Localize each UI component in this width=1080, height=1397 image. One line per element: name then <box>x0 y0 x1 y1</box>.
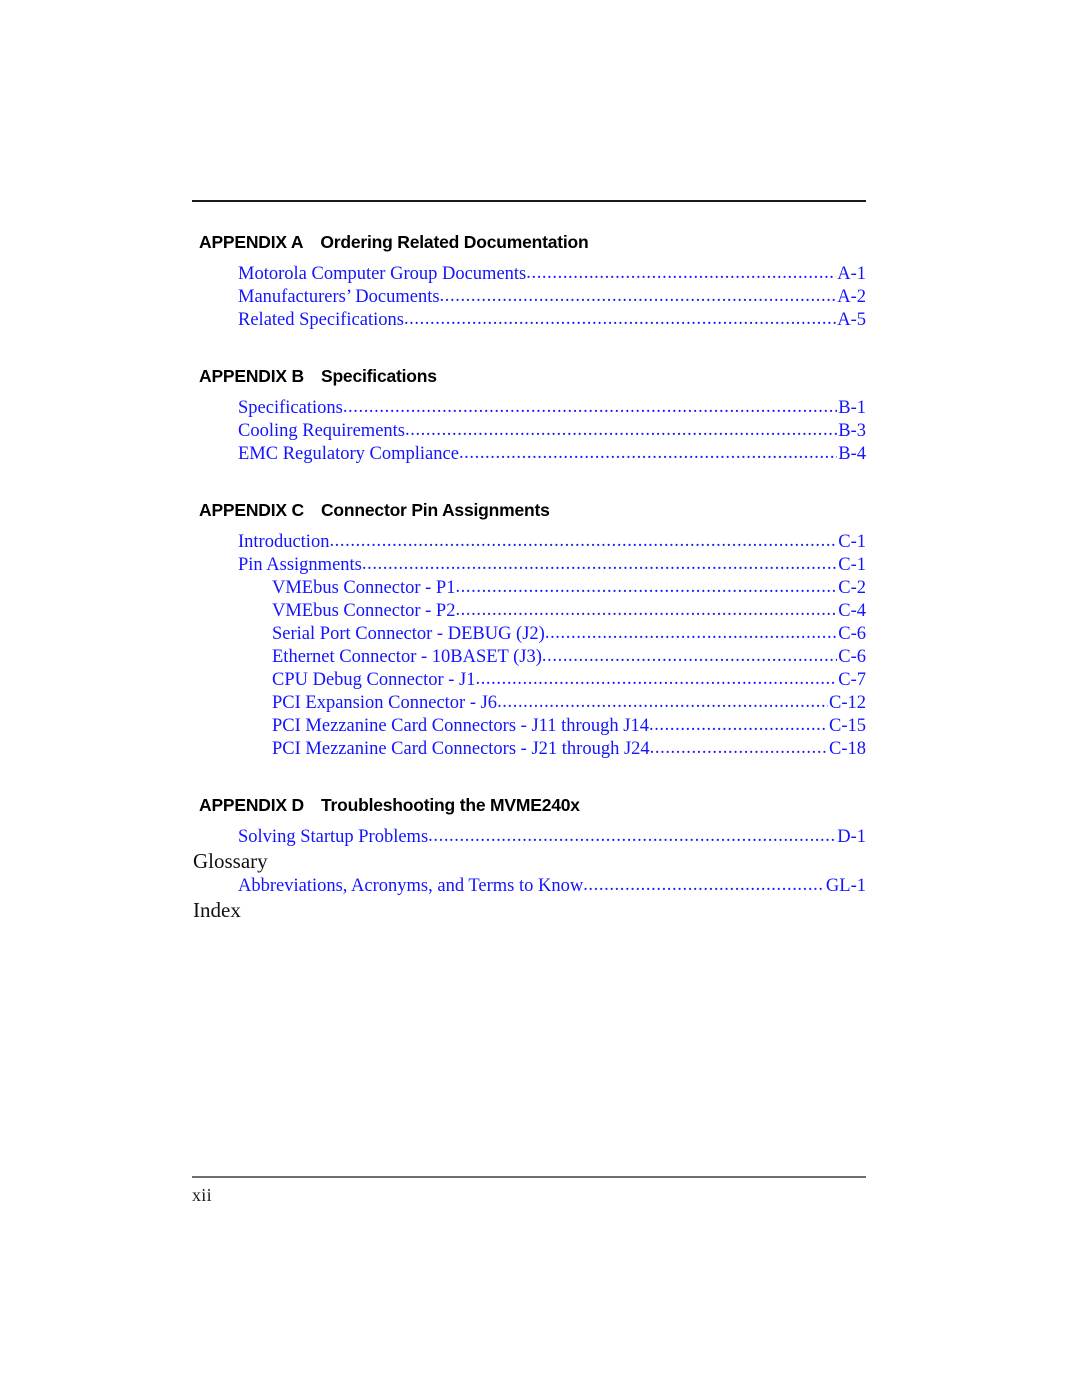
toc-entry[interactable]: Related Specifications A-5 <box>192 309 866 332</box>
toc-page-number: C-7 <box>838 670 866 690</box>
toc-page-number: GL-1 <box>825 875 866 896</box>
toc-entry-group: Motorola Computer Group DocumentsA-1Manu… <box>192 263 866 332</box>
appendix-heading: APPENDIX B Specifications <box>199 366 866 387</box>
toc-dot-leader <box>542 645 837 668</box>
toc-dot-leader <box>428 825 836 848</box>
toc-dot-leader <box>455 599 837 622</box>
toc-entry-group: Abbreviations, Acronyms, and Terms to Kn… <box>192 875 866 898</box>
toc-dot-leader <box>650 737 828 760</box>
toc-page-number: C-2 <box>838 578 866 598</box>
toc-page-number: C-6 <box>838 624 866 644</box>
toc-dot-leader <box>526 262 836 285</box>
toc-entry-group: Specifications B-1 Cooling Requirements B-3… <box>192 397 866 466</box>
section-heading: Index <box>193 897 241 922</box>
toc-section-list: APPENDIX A Ordering Related Documentation… <box>192 232 866 923</box>
toc-entry[interactable]: VMEbus Connector - P2 C-4 <box>192 600 866 623</box>
toc-page-number: B-1 <box>838 398 866 418</box>
footer-rule <box>192 1176 866 1178</box>
toc-page-number: B-4 <box>838 444 866 464</box>
toc-dot-leader <box>404 308 836 331</box>
toc-page-number: C-15 <box>829 716 866 736</box>
toc-entry[interactable]: PCI Mezzanine Card Connectors - J21 thro… <box>192 738 866 761</box>
appendix-title: Troubleshooting the MVME240x <box>320 795 580 815</box>
toc-page-number: B-3 <box>838 421 866 441</box>
toc-entry-group: IntroductionC-1Pin AssignmentsC-1VMEbus … <box>192 531 866 761</box>
toc-entry-title: Manufacturers’ Documents <box>238 287 440 307</box>
appendix-title: Ordering Related Documentation <box>320 232 589 252</box>
toc-entry-title: CPU Debug Connector - J1 <box>272 670 476 690</box>
toc-entry-title: Motorola Computer Group Documents <box>238 264 527 284</box>
toc-entry[interactable]: EMC Regulatory Compliance B-4 <box>192 443 866 466</box>
toc-dot-leader <box>649 714 828 737</box>
toc-entry[interactable]: PCI Expansion Connector - J6 C-12 <box>192 692 866 715</box>
toc-dot-leader <box>362 553 837 576</box>
toc-entry[interactable]: Pin Assignments C-1 <box>192 554 866 577</box>
toc-entry[interactable]: Specifications B-1 <box>192 397 866 420</box>
toc-page-number: C-1 <box>838 555 866 575</box>
toc-dot-leader <box>405 419 837 442</box>
toc-entry-title: Pin Assignments <box>238 555 362 575</box>
toc-dot-leader <box>440 285 837 308</box>
appendix-label: APPENDIX B <box>199 366 304 386</box>
toc-page-number: A-5 <box>837 310 866 330</box>
toc-entry[interactable]: Introduction C-1 <box>192 531 866 554</box>
toc-entry-title: Solving Startup Problems <box>238 827 429 847</box>
toc-entry[interactable]: CPU Debug Connector - J1 C-7 <box>192 669 866 692</box>
toc-entry[interactable]: Serial Port Connector - DEBUG (J2) C-6 <box>192 623 866 646</box>
toc-page-number: A-2 <box>837 287 866 307</box>
appendix-heading: APPENDIX D Troubleshooting the MVME240x <box>199 795 866 816</box>
section-heading: Glossary <box>193 849 268 873</box>
toc-page-number: C-12 <box>829 693 866 713</box>
toc-entry[interactable]: Abbreviations, Acronyms, and Terms to Kn… <box>192 875 866 898</box>
toc-entry[interactable]: PCI Mezzanine Card Connectors - J11 thro… <box>192 715 866 738</box>
toc-entry-title: Specifications <box>238 398 343 418</box>
page-footer: xii <box>192 1176 866 1206</box>
toc-entry-title: PCI Mezzanine Card Connectors - J11 thro… <box>272 716 649 736</box>
toc-entry-group: Solving Startup Problems D-1 <box>192 826 866 849</box>
toc-content: APPENDIX A Ordering Related Documentation… <box>192 200 866 924</box>
toc-entry[interactable]: Ethernet Connector - 10BASET (J3) C-6 <box>192 646 866 669</box>
toc-entry-title: Abbreviations, Acronyms, and Terms to Kn… <box>238 875 584 896</box>
toc-entry-title: Introduction <box>238 532 330 552</box>
toc-entry-title: PCI Mezzanine Card Connectors - J21 thro… <box>272 739 650 759</box>
toc-dot-leader <box>343 396 837 419</box>
toc-entry[interactable]: Cooling Requirements B-3 <box>192 420 866 443</box>
toc-entry-title: Cooling Requirements <box>238 421 405 441</box>
toc-entry[interactable]: Solving Startup Problems D-1 <box>192 826 866 849</box>
page-number: xii <box>192 1185 212 1205</box>
appendix-title: Connector Pin Assignments <box>320 500 550 520</box>
toc-page: APPENDIX A Ordering Related Documentation… <box>0 0 1080 1397</box>
toc-page-number: C-6 <box>838 647 866 667</box>
appendix-title: Specifications <box>320 366 437 386</box>
toc-entry[interactable]: VMEbus Connector - P1 C-2 <box>192 577 866 600</box>
toc-page-number: C-4 <box>838 601 866 621</box>
toc-entry-title: VMEbus Connector - P2 <box>272 601 456 621</box>
toc-entry-title: Ethernet Connector - 10BASET (J3) <box>272 647 542 667</box>
toc-entry[interactable]: Motorola Computer Group Documents A-1 <box>192 263 866 286</box>
toc-page-number: C-18 <box>829 739 866 759</box>
toc-dot-leader <box>475 668 837 691</box>
toc-dot-leader <box>459 442 837 465</box>
toc-dot-leader <box>455 576 837 599</box>
appendix-heading: APPENDIX A Ordering Related Documentation <box>199 232 866 253</box>
toc-page-number: A-1 <box>837 264 866 284</box>
toc-entry-title: VMEbus Connector - P1 <box>272 578 456 598</box>
toc-entry-title: Related Specifications <box>238 310 404 330</box>
appendix-heading: APPENDIX C Connector Pin Assignments <box>199 500 866 521</box>
toc-entry-title: PCI Expansion Connector - J6 <box>272 693 498 713</box>
toc-page-number: C-1 <box>838 532 866 552</box>
toc-entry[interactable]: Manufacturers’ Documents A-2 <box>192 286 866 309</box>
toc-entry-title: Serial Port Connector - DEBUG (J2) <box>272 624 545 644</box>
toc-entry-title: EMC Regulatory Compliance <box>238 444 459 464</box>
toc-dot-leader <box>583 874 825 897</box>
appendix-label: APPENDIX A <box>199 232 304 252</box>
header-rule <box>192 200 866 202</box>
appendix-label: APPENDIX D <box>199 795 304 815</box>
toc-dot-leader <box>329 530 837 553</box>
toc-dot-leader <box>497 691 828 714</box>
toc-page-number: D-1 <box>837 827 866 847</box>
appendix-label: APPENDIX C <box>199 500 304 520</box>
toc-dot-leader <box>545 622 837 645</box>
